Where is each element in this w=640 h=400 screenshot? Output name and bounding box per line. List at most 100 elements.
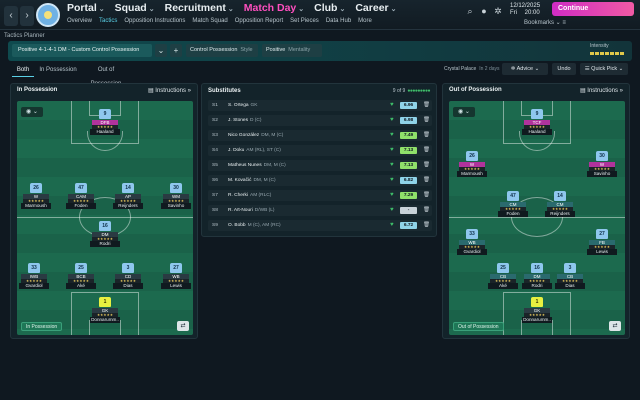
in-possession-player-card[interactable]: 30 WM ★★★★★ Savinho (159, 183, 193, 209)
nav-squad[interactable]: Squad ⌄ (115, 2, 155, 16)
subnav-overview[interactable]: Overview (67, 18, 92, 24)
nav-club[interactable]: Club ⌄ (314, 2, 345, 16)
in-possession-player-card[interactable]: 9 DFB ★★★★★ Haaland (88, 109, 122, 135)
heart-icon: ♥ (390, 117, 394, 123)
substitute-rating: 7.29 (400, 192, 417, 199)
player-shirt-icon: 27 (596, 229, 608, 239)
out-of-possession-player-card[interactable]: 25 CB ★★★★★ Aké (486, 263, 520, 289)
remove-icon[interactable]: 🗑 (423, 192, 430, 199)
substitutes-count: 9 of 9 ●●●●●●●●● (392, 88, 431, 94)
subnav-set-pieces[interactable]: Set Pieces (290, 18, 319, 24)
formation-dropdown-button[interactable]: ⌄ (155, 44, 167, 57)
out-of-possession-player-card[interactable]: 16 DM ★★★★★ Rodri (520, 263, 554, 289)
tactic-toolbar: Positive 4-1-4-1 DM - Custom Control Pos… (8, 41, 632, 61)
substitute-row[interactable]: S1 S. Ortega GK ♥ 6.96 🗑 (208, 100, 432, 111)
remove-icon[interactable]: 🗑 (423, 177, 430, 184)
substitute-row[interactable]: S3 Nico González DM, M (C) ♥ 7.49 🗑 (208, 130, 432, 141)
tab-out-of-possession[interactable]: Out of Possession (82, 63, 130, 87)
substitute-row[interactable]: S4 J. Doku AM (RL), ST (C) ♥ 7.13 🗑 (208, 145, 432, 156)
player-shirt-icon: 25 (497, 263, 509, 273)
nav-match-day[interactable]: Match Day ⌄ (244, 2, 304, 16)
remove-icon[interactable]: 🗑 (423, 207, 430, 214)
substitute-rating: 6.96 (400, 102, 417, 109)
substitute-name: R. Aït-Nouri D/WB (L) (228, 208, 275, 213)
in-possession-instructions-button[interactable]: ▤ Instructions » (148, 87, 191, 94)
subnav-opposition-instructions[interactable]: Opposition Instructions (124, 18, 185, 24)
out-of-possession-player-card[interactable]: 14 CM ★★★★★ Reijnders (543, 191, 577, 217)
subnav-data-hub[interactable]: Data Hub (326, 18, 351, 24)
substitute-row[interactable]: S7 R. Cherki AM (RLC) ♥ 7.29 🗑 (208, 190, 432, 201)
in-possession-player-card[interactable]: 1 GK ★★★★★ Donnarumm.. (88, 297, 122, 323)
player-name: Dias (113, 283, 143, 289)
player-shirt-icon: 9 (99, 109, 111, 119)
search-icon[interactable]: ⌕ (465, 6, 475, 16)
substitute-row[interactable]: S9 O. Bobb M (C), AM (RC) ♥ 6.72 🗑 (208, 220, 432, 231)
out-of-possession-player-card[interactable]: 3 CB ★★★★★ Dias (553, 263, 587, 289)
undo-button[interactable]: Undo (552, 63, 576, 75)
player-shirt-icon: 27 (170, 263, 182, 273)
in-possession-player-card[interactable]: 25 BCB ★★★★★ Aké (64, 263, 98, 289)
out-of-possession-player-card[interactable]: 26 W ★★★★★ Marmoush (455, 151, 489, 177)
swap-players-button[interactable]: ⇄ (177, 321, 189, 331)
player-shirt-icon: 9 (531, 109, 543, 119)
subnav-opposition-report[interactable]: Opposition Report (235, 18, 283, 24)
mentality-select[interactable]: Positive Mentality (262, 44, 322, 57)
out-of-possession-player-card[interactable]: 1 GK ★★★★★ Donnarumm.. (520, 297, 554, 323)
gear-icon[interactable]: ✲ (493, 6, 503, 16)
in-possession-player-card[interactable]: 14 AP ★★★★★ Reijnders (111, 183, 145, 209)
out-of-possession-instructions-button[interactable]: ▤ Instructions » (580, 87, 623, 94)
out-of-possession-player-card[interactable]: 9 TCF ★★★★★ Haaland (520, 109, 554, 135)
continue-button[interactable]: Continue (552, 2, 634, 16)
player-name: Savinho (587, 171, 617, 177)
player-name: Donnarumm.. (90, 317, 120, 323)
forward-button[interactable]: › (20, 6, 34, 26)
in-possession-player-card[interactable]: 27 WB ★★★★★ Lewis (159, 263, 193, 289)
profile-icon[interactable]: ● (479, 6, 489, 16)
bookmarks-menu[interactable]: Bookmarks ⌄ ≡ (524, 19, 566, 26)
subnav-more[interactable]: More (358, 18, 372, 24)
view-toggle-button[interactable]: ◉ ⌄ (453, 107, 475, 117)
subnav-tactics[interactable]: Tactics (99, 18, 117, 24)
in-possession-player-card[interactable]: 33 IWB ★★★★★ Gvardiol (17, 263, 51, 289)
in-possession-player-card[interactable]: 47 CAM ★★★★★ Foden (64, 183, 98, 209)
nav-career[interactable]: Career ⌄ (355, 2, 396, 16)
formation-select[interactable]: Positive 4-1-4-1 DM - Custom Control Pos… (12, 44, 152, 57)
swap-players-button[interactable]: ⇄ (609, 321, 621, 331)
nav-recruitment[interactable]: Recruitment ⌄ (165, 2, 234, 16)
add-tactic-button[interactable]: + (170, 44, 182, 57)
in-possession-player-card[interactable]: 26 W ★★★★★ Marmoush (19, 183, 53, 209)
substitute-name: O. Bobb M (C), AM (RC) (228, 223, 281, 228)
tab-in-possession[interactable]: In Possession (38, 63, 78, 77)
substitute-rating: 7.49 (400, 132, 417, 139)
back-button[interactable]: ‹ (4, 6, 18, 26)
substitute-row[interactable]: S8 R. Aït-Nouri D/WB (L) ♥ - 🗑 (208, 205, 432, 216)
quick-pick-button[interactable]: ☰ Quick Pick ⌄ (580, 63, 628, 75)
player-name: Aké (66, 283, 96, 289)
out-of-possession-player-card[interactable]: 47 CM ★★★★★ Foden (496, 191, 530, 217)
remove-icon[interactable]: 🗑 (423, 102, 430, 109)
heart-icon: ♥ (390, 207, 394, 213)
out-of-possession-player-card[interactable]: 27 FB ★★★★★ Lewis (585, 229, 619, 255)
substitute-row[interactable]: S2 J. Stones D (C) ♥ 6.98 🗑 (208, 115, 432, 126)
remove-icon[interactable]: 🗑 (423, 162, 430, 169)
substitute-number: S2 (212, 118, 218, 123)
remove-icon[interactable]: 🗑 (423, 222, 430, 229)
style-select[interactable]: Control Possession Style (186, 44, 258, 57)
advice-button[interactable]: ✲ Advice ⌄ (502, 63, 548, 75)
substitute-rating: 6.98 (400, 117, 417, 124)
club-crest-icon[interactable] (36, 3, 60, 27)
nav-portal[interactable]: Portal ⌄ (67, 2, 105, 16)
remove-icon[interactable]: 🗑 (423, 132, 430, 139)
subnav-match-squad[interactable]: Match Squad (192, 18, 227, 24)
remove-icon[interactable]: 🗑 (423, 147, 430, 154)
tab-both[interactable]: Both (12, 63, 34, 77)
substitute-row[interactable]: S6 M. Kovačić DM, M (C) ♥ 6.82 🗑 (208, 175, 432, 186)
remove-icon[interactable]: 🗑 (423, 117, 430, 124)
out-of-possession-player-card[interactable]: 33 WB ★★★★★ Gvardiol (455, 229, 489, 255)
view-toggle-button[interactable]: ◉ ⌄ (21, 107, 43, 117)
in-possession-player-card[interactable]: 3 CD ★★★★★ Dias (111, 263, 145, 289)
substitute-row[interactable]: S5 Matheus Nunes DM, M (C) ♥ 7.13 🗑 (208, 160, 432, 171)
out-of-possession-player-card[interactable]: 30 W ★★★★★ Savinho (585, 151, 619, 177)
substitute-rating: 6.72 (400, 222, 417, 229)
in-possession-player-card[interactable]: 16 DM ★★★★★ Rodri (88, 221, 122, 247)
